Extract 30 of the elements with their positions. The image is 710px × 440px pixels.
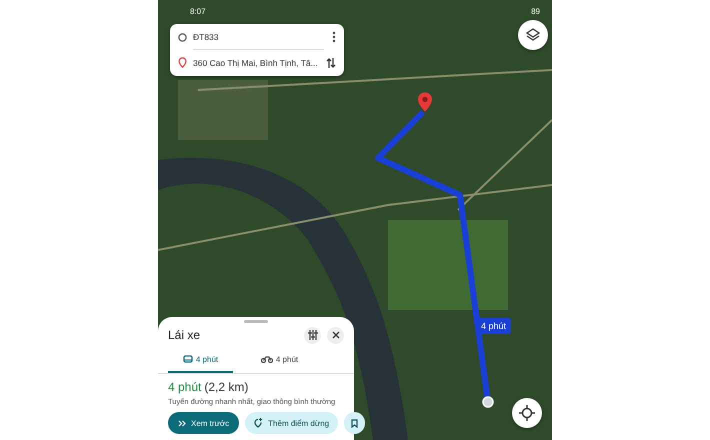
car-icon: [182, 354, 193, 364]
travel-duration: 4 phút: [168, 380, 202, 394]
layers-icon: [526, 28, 540, 42]
bookmark-icon: [351, 418, 358, 428]
sheet-title: Lái xe: [168, 328, 202, 342]
origin-field[interactable]: ĐT833: [193, 32, 326, 42]
status-time: 8:07: [190, 7, 206, 16]
location-pin-icon: [178, 57, 187, 68]
travel-distance: (2,2 km): [204, 380, 248, 394]
destination-pin-icon: [418, 92, 432, 112]
start-point-icon: [482, 396, 494, 408]
add-stop-button[interactable]: Thêm điểm dừng: [245, 412, 338, 434]
travel-mode-tab[interactable]: 4 phút: [247, 347, 312, 373]
route-options-button[interactable]: [304, 326, 321, 344]
close-button[interactable]: [327, 326, 344, 344]
travel-mode-tab[interactable]: 4 phút: [168, 347, 233, 373]
pin-plus-icon: [254, 418, 264, 428]
battery-level: 89: [531, 7, 540, 16]
swap-icon[interactable]: [326, 56, 336, 69]
sliders-icon: [308, 330, 318, 340]
destination-field[interactable]: 360 Cao Thị Mai, Bình Tịnh, Tâ...: [193, 58, 320, 68]
more-options-icon[interactable]: [332, 31, 336, 44]
preview-button[interactable]: Xem trước: [168, 412, 240, 434]
save-button[interactable]: [344, 412, 366, 434]
crosshair-icon: [519, 405, 535, 421]
motorbike-icon: [260, 355, 273, 363]
drag-handle[interactable]: [244, 320, 268, 323]
close-icon: [332, 331, 340, 339]
origin-circle-icon: [178, 32, 187, 42]
double-chevron-icon: [178, 420, 186, 426]
